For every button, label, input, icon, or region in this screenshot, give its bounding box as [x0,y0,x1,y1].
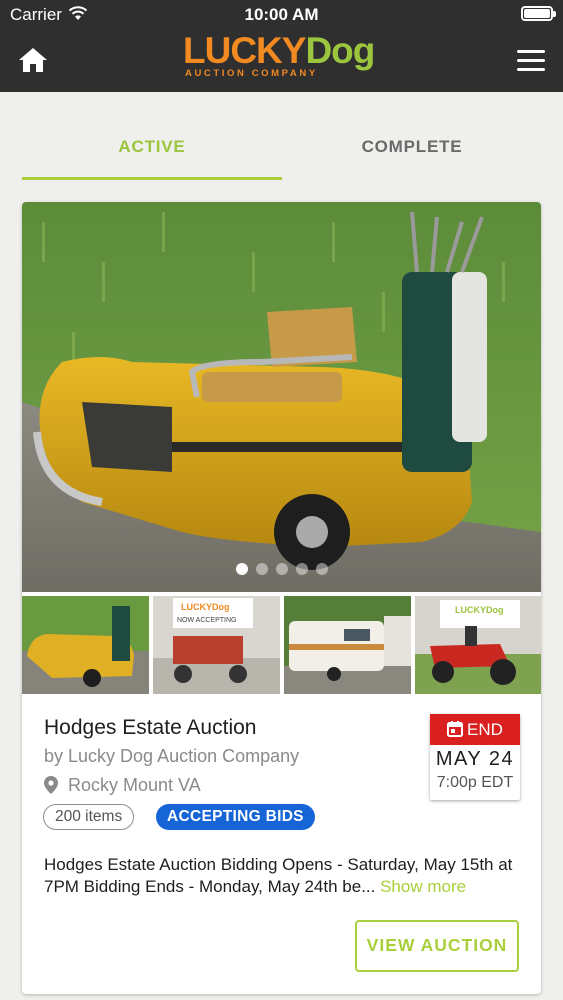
end-label: END [467,720,503,739]
home-icon[interactable] [18,46,48,74]
logo-subtitle: AUCTION COMPANY [185,68,318,79]
carousel-dot[interactable] [295,563,308,575]
carousel-dot[interactable] [315,563,328,575]
auction-card: LUCKYDog NOW ACCEPTING LUCKYDog Hodges E… [22,202,541,994]
app-header: Carrier 10:00 AM LUCKYDog AUCTION COMPAN… [0,0,563,92]
carousel-dots [22,562,541,580]
lucky-dog-logo: LUCKYDog AUCTION COMPANY [183,32,383,80]
map-pin-icon [44,776,58,794]
carousel-dot[interactable] [255,563,268,575]
auction-title[interactable]: Hodges Estate Auction [44,716,256,740]
tab-complete[interactable]: COMPLETE [282,120,542,180]
logo-dog-text: Dog [305,30,375,71]
thumbnail-lawn-tractor[interactable]: LUCKYDog [415,596,541,694]
view-auction-button[interactable]: VIEW AUCTION [355,920,519,972]
thumbnail-generator[interactable]: LUCKYDog NOW ACCEPTING [153,596,280,694]
hamburger-menu-icon[interactable] [517,50,545,72]
end-time: 7:00p EDT [436,774,514,791]
battery-icon [521,6,556,21]
end-date-badge: END MAY 24 7:00p EDT [430,714,520,800]
status-time: 10:00 AM [244,5,319,24]
tab-active[interactable]: ACTIVE [22,120,282,180]
calendar-icon [447,721,464,737]
carousel-dot[interactable] [235,563,248,575]
thumbnail-camper[interactable] [284,596,411,694]
status-badge: ACCEPTING BIDS [156,804,315,830]
show-more-link[interactable]: Show more [380,877,466,896]
item-count-badge: 200 items [43,804,135,830]
end-date: MAY 24 [435,748,515,770]
location-text: Rocky Mount VA [68,775,201,795]
end-header: END [430,714,520,745]
sign-text: LUCKYDog [455,605,504,615]
sign-text: LUCKYDog [181,602,230,612]
sign-subtext: NOW ACCEPTING [177,617,237,624]
carousel-dot[interactable] [275,563,288,575]
hero-image-golf-cart[interactable] [22,202,541,592]
thumbnail-strip: LUCKYDog NOW ACCEPTING LUCKYDog [22,596,541,694]
auction-description: Hodges Estate Auction Bidding Opens - Sa… [44,854,524,898]
auction-company: by Lucky Dog Auction Company [44,746,300,766]
thumbnail-golf-cart[interactable] [22,596,149,694]
auction-tabs: ACTIVE COMPLETE [22,120,542,180]
status-bar: Carrier 10:00 AM [0,0,563,30]
logo-lucky-text: LUCKY [183,30,306,71]
